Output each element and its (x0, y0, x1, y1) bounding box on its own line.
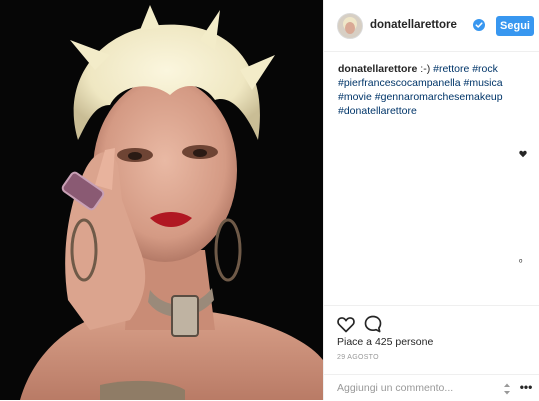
hashtag-link[interactable]: #musica (464, 77, 503, 89)
comment-icon[interactable] (363, 314, 383, 334)
hashtag-link[interactable]: #rettore (433, 63, 469, 75)
post-caption: donatellarettore :-) #rettore #rock #pie… (338, 62, 534, 118)
hashtag-link[interactable]: #movie (338, 91, 372, 103)
hashtag-link[interactable]: #gennaromarchesemakeup (375, 91, 503, 103)
portrait-image (0, 0, 323, 400)
comment-like-icon[interactable]: ₒ (519, 255, 527, 264)
scroll-arrows-icon[interactable] (503, 382, 511, 396)
comment-like-icon[interactable] (519, 150, 527, 158)
header-username[interactable]: donatellarettore (370, 19, 457, 31)
comment-input[interactable] (337, 380, 487, 396)
post-actions: Piace a 425 persone 29 AGOSTO ••• (323, 305, 539, 400)
follow-button[interactable]: Segui (496, 16, 534, 36)
hashtag-link[interactable]: #donatellarettore (338, 105, 417, 117)
hashtag-link[interactable]: #pierfrancescocampanella (338, 77, 461, 89)
comment-bar: ••• (323, 374, 539, 401)
post-photo[interactable] (0, 0, 323, 400)
avatar-image (338, 14, 362, 38)
more-options-icon[interactable]: ••• (519, 381, 533, 395)
instagram-post: donatellarettore Segui donatellarettore … (0, 0, 539, 400)
likes-count[interactable]: Piace a 425 persone (337, 336, 433, 348)
post-header: donatellarettore Segui (324, 0, 539, 52)
hashtag-link[interactable]: #rock (472, 63, 498, 75)
caption-username[interactable]: donatellarettore (338, 63, 417, 75)
caption-text: :-) (420, 63, 434, 75)
heart-icon[interactable] (336, 314, 356, 334)
post-date: 29 AGOSTO (337, 354, 379, 361)
verified-badge-icon (473, 19, 485, 31)
avatar[interactable] (337, 13, 363, 39)
